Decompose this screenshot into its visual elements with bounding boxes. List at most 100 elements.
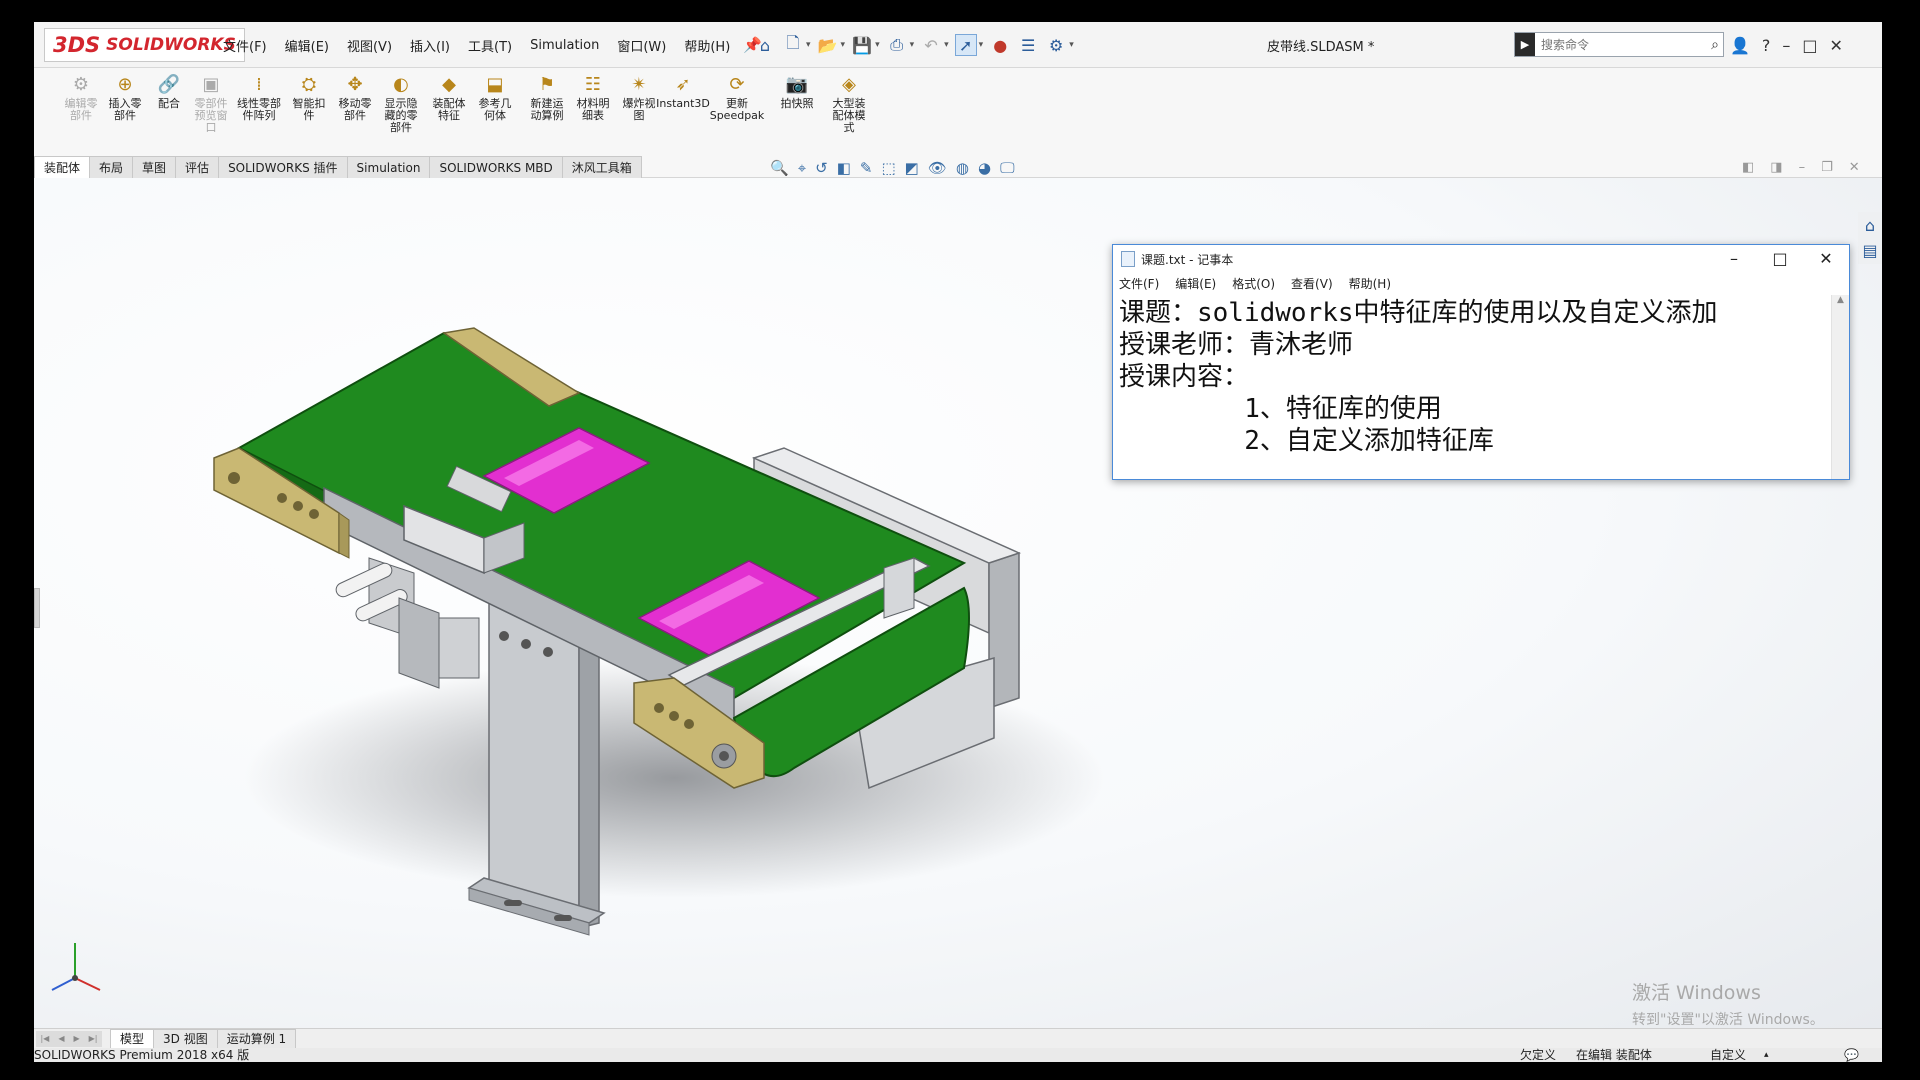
apply-scene-icon[interactable]: ◕ <box>978 159 991 177</box>
units-chevron-up-icon[interactable]: ▴ <box>1764 1048 1769 1062</box>
undo-icon[interactable]: ↶ <box>920 34 942 56</box>
ribbon-button-speedpak[interactable]: ⟳ 更新 Speedpak <box>710 72 765 122</box>
print-icon[interactable]: ⎙ <box>886 34 908 56</box>
menu-item-4[interactable]: 工具(T) <box>459 36 521 55</box>
last-tab-icon[interactable]: ▶| <box>89 1034 98 1043</box>
notepad-maximize-icon[interactable]: □ <box>1757 245 1803 273</box>
ribbon-button-move-component[interactable]: ✥ 移动零 部件 <box>330 72 380 122</box>
tile-right-icon[interactable]: ◨ <box>1770 160 1782 175</box>
bottom-tab-0[interactable]: 模型 <box>110 1028 155 1049</box>
command-tab-5[interactable]: Simulation <box>346 156 431 178</box>
home-icon[interactable]: ⌂ <box>754 34 776 56</box>
previous-view-icon[interactable]: ↺ <box>815 159 828 177</box>
section-view-icon[interactable]: ◧ <box>837 159 851 177</box>
search-input[interactable] <box>1535 37 1708 52</box>
notepad-vertical-scrollbar[interactable]: ▲ <box>1831 295 1849 479</box>
mate-icon: 🔗 <box>157 73 181 95</box>
search-box[interactable]: ▶ ⌕ <box>1514 32 1724 57</box>
ribbon-button-component-preview[interactable]: ▣ 零部件 预览窗 口 <box>186 72 236 134</box>
view-orientation-icon[interactable]: ⬚ <box>881 159 895 177</box>
menu-item-7[interactable]: 帮助(H) <box>675 36 739 55</box>
notepad-text-area[interactable]: 课题：solidworks中特征库的使用以及自定义添加 授课老师：青沐老师 授课内容… <box>1113 295 1831 479</box>
ribbon-button-snapshot[interactable]: 📷 拍快照 <box>772 72 822 110</box>
menu-item-1[interactable]: 编辑(E) <box>276 36 338 55</box>
notepad-close-icon[interactable]: ✕ <box>1803 245 1849 273</box>
command-tab-1[interactable]: 布局 <box>89 156 134 178</box>
next-tab-icon[interactable]: ▶ <box>73 1034 79 1043</box>
help-icon[interactable]: ? <box>1762 36 1771 55</box>
notepad-menu-item-2[interactable]: 格式(O) <box>1232 275 1275 292</box>
menu-item-2[interactable]: 视图(V) <box>338 36 401 55</box>
ribbon-button-new-motion-study[interactable]: ⚑ 新建运 动算例 <box>522 72 572 122</box>
select-cursor-icon[interactable]: ➚ <box>954 34 977 56</box>
ribbon-button-large-assembly[interactable]: ◈ 大型装 配体模 式 <box>824 72 874 134</box>
ribbon-button-linear-pattern[interactable]: ⁞ 线性零部 件阵列 <box>234 72 284 122</box>
ribbon-button-smart-fasteners[interactable]: ⛭ 智能扣 件 <box>284 72 334 122</box>
prev-tab-icon[interactable]: ◀ <box>58 1034 64 1043</box>
view-settings-icon[interactable]: 🖵 <box>1000 159 1014 177</box>
edit-appearance-icon[interactable]: ◍ <box>956 159 969 177</box>
ribbon-button-assembly-features[interactable]: ◆ 装配体 特征 <box>424 72 474 122</box>
tab-scroll-arrows[interactable]: |◀ ◀ ▶ ▶| <box>36 1030 102 1047</box>
maximize-icon[interactable]: □ <box>1802 36 1817 55</box>
doc-close-icon[interactable]: ✕ <box>1849 160 1860 175</box>
notepad-minimize-icon[interactable]: – <box>1711 245 1757 273</box>
chevron-down-icon[interactable]: ▾ <box>806 40 811 50</box>
tile-left-icon[interactable]: ◧ <box>1742 160 1754 175</box>
first-tab-icon[interactable]: |◀ <box>40 1034 49 1043</box>
scroll-up-icon[interactable]: ▲ <box>1832 295 1849 305</box>
bill-of-materials-icon: ☷ <box>584 73 602 95</box>
notepad-menu-item-0[interactable]: 文件(F) <box>1119 275 1159 292</box>
chevron-down-icon[interactable]: ▾ <box>1069 40 1074 50</box>
ribbon-button-bill-of-materials[interactable]: ☷ 材料明 细表 <box>568 72 618 122</box>
zoom-to-area-icon[interactable]: ⌖ <box>798 159 806 177</box>
minimize-icon[interactable]: – <box>1782 36 1790 55</box>
bottom-tab-2[interactable]: 运动算例 1 <box>216 1028 297 1049</box>
doc-minimize-icon[interactable]: – <box>1799 160 1806 175</box>
chevron-down-icon[interactable]: ▾ <box>841 40 846 50</box>
display-style-icon[interactable]: ◩ <box>905 159 919 177</box>
save-icon[interactable]: 💾 <box>851 34 873 56</box>
options-gear-icon[interactable]: ⚙ <box>1045 34 1067 56</box>
ribbon-button-instant3d[interactable]: ➶ Instant3D <box>656 72 710 110</box>
feature-manager-collapse-handle[interactable] <box>34 588 40 628</box>
notepad-menu-item-4[interactable]: 帮助(H) <box>1349 275 1391 292</box>
menu-item-0[interactable]: 文件(F) <box>214 36 276 55</box>
status-units-custom[interactable]: 自定义 <box>1710 1048 1746 1062</box>
command-tab-3[interactable]: 评估 <box>175 156 220 178</box>
component-preview-icon: ▣ <box>202 73 220 95</box>
command-tab-6[interactable]: SOLIDWORKS MBD <box>429 156 563 178</box>
new-document-icon[interactable]: 🗋 <box>782 33 804 56</box>
ribbon-button-edit-component[interactable]: ⚙ 编辑零 部件 <box>56 72 106 122</box>
ribbon-button-reference-geometry[interactable]: ⬓ 参考几 何体 <box>470 72 520 122</box>
search-icon[interactable]: ⌕ <box>1707 37 1723 53</box>
design-library-icon[interactable]: ▤ <box>1862 241 1877 260</box>
traffic-light-icon[interactable]: ● <box>989 34 1011 56</box>
user-icon[interactable]: 👤 <box>1730 36 1750 55</box>
close-icon[interactable]: ✕ <box>1830 36 1843 55</box>
chevron-down-icon[interactable]: ▾ <box>910 40 915 50</box>
bottom-tab-1[interactable]: 3D 视图 <box>153 1028 218 1049</box>
menu-item-5[interactable]: Simulation <box>521 38 608 53</box>
command-tab-7[interactable]: 沐风工具箱 <box>561 156 642 178</box>
command-tab-2[interactable]: 草图 <box>132 156 177 178</box>
ribbon-button-show-hidden[interactable]: ◐ 显示隐 藏的零 部件 <box>376 72 426 134</box>
chevron-down-icon[interactable]: ▾ <box>979 40 984 50</box>
tooltip-bubble-icon[interactable]: 💬 <box>1844 1048 1859 1062</box>
chevron-down-icon[interactable]: ▾ <box>944 40 949 50</box>
dynamic-annotation-icon[interactable]: ✎ <box>860 159 873 177</box>
menu-item-3[interactable]: 插入(I) <box>401 36 459 55</box>
chevron-down-icon[interactable]: ▾ <box>875 40 880 50</box>
notepad-menu-item-1[interactable]: 编辑(E) <box>1175 275 1216 292</box>
command-tab-4[interactable]: SOLIDWORKS 插件 <box>218 156 348 178</box>
menu-item-6[interactable]: 窗口(W) <box>608 36 675 55</box>
file-properties-icon[interactable]: ☰ <box>1017 34 1039 56</box>
ribbon-button-insert-component[interactable]: ⊕ 插入零 部件 <box>100 72 150 122</box>
hide-show-items-icon[interactable]: 👁 <box>928 159 947 177</box>
command-tab-0[interactable]: 装配体 <box>34 156 91 178</box>
solidworks-resources-icon[interactable]: ⌂ <box>1865 216 1875 235</box>
open-folder-icon[interactable]: 📂 <box>817 34 839 56</box>
notepad-menu-item-3[interactable]: 查看(V) <box>1291 275 1333 292</box>
doc-restore-icon[interactable]: ❐ <box>1821 160 1833 175</box>
zoom-to-fit-icon[interactable]: 🔍 <box>770 159 789 177</box>
